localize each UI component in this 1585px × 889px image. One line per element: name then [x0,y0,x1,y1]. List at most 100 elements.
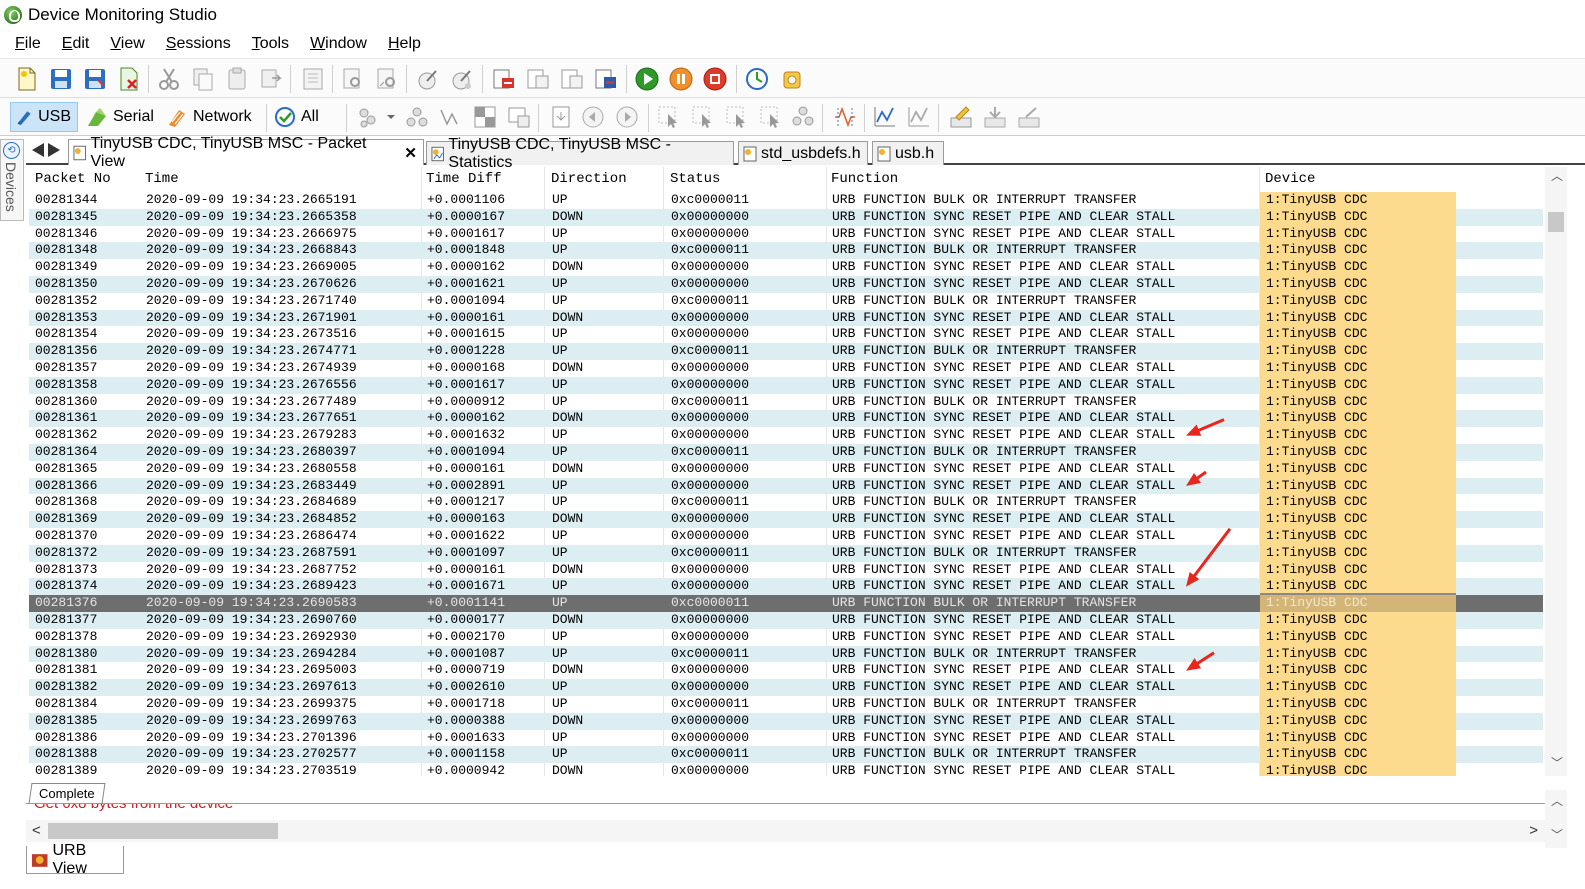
horizontal-scrollbar[interactable]: < > [26,820,1546,842]
tab-std-usbdefs[interactable]: std_usbdefs.h [738,141,868,165]
table-row[interactable]: 00281377 2020-09-09 19:34:23.2690760 +0.00… [29,611,1543,629]
table-row[interactable]: 00281376 2020-09-09 19:34:23.2690583 +0.00… [29,595,1543,612]
table-row[interactable]: 00281366 2020-09-09 19:34:23.2683449 +0.00… [29,477,1543,495]
table-row[interactable]: 00281389 2020-09-09 19:34:23.2703519 +0.00… [29,763,1543,776]
table-row[interactable]: 00281380 2020-09-09 19:34:23.2694284 +0.00… [29,645,1543,663]
horizontal-scroll-thumb[interactable] [48,823,278,839]
table-row[interactable]: 00281361 2020-09-09 19:34:23.2677651 +0.00… [29,410,1543,428]
table-row[interactable]: 00281381 2020-09-09 19:34:23.2695003 +0.00… [29,662,1543,680]
receive-icon[interactable] [982,104,1008,130]
print-preview-icon[interactable] [558,66,584,92]
table-row[interactable]: 00281348 2020-09-09 19:34:23.2668843 +0.00… [29,242,1543,260]
table-row[interactable]: 00281378 2020-09-09 19:34:23.2692930 +0.00… [29,628,1543,646]
cut-icon[interactable] [156,66,182,92]
table-row[interactable]: 00281356 2020-09-09 19:34:23.2674771 +0.00… [29,343,1543,360]
table-row[interactable]: 00281358 2020-09-09 19:34:23.2676556 +0.00… [29,376,1543,394]
menu-item-file[interactable]: File [12,33,44,55]
menu-item-window[interactable]: Window [307,33,370,55]
scroll-up-icon[interactable]: ︿ [1551,170,1563,182]
statistics-icon[interactable] [906,104,932,130]
structure-icon[interactable] [356,104,382,130]
usb-button[interactable]: USB [10,102,78,132]
network-button[interactable]: Network [162,102,258,132]
table-row[interactable]: 00281354 2020-09-09 19:34:23.2673516 +0.00… [29,326,1543,344]
scroll-right-icon[interactable]: > [1529,822,1538,839]
find-next-icon[interactable] [374,66,400,92]
page-setup-icon[interactable] [524,66,550,92]
menu-item-help[interactable]: Help [385,33,424,55]
table-row[interactable]: 00281388 2020-09-09 19:34:23.2702577 +0.00… [29,746,1543,764]
filter-icon[interactable] [300,66,326,92]
column-header-time-diff[interactable]: Time Diff [426,171,502,187]
group-icon[interactable] [790,104,816,130]
scroll-left-icon[interactable]: < [32,822,41,839]
column-header-device[interactable]: Device [1265,171,1315,187]
column-header-packet-no[interactable]: Packet No [35,171,111,187]
protocol-icon[interactable] [832,104,858,130]
table-row[interactable]: 00281360 2020-09-09 19:34:23.2677489 +0.00… [29,393,1543,411]
chevron-down-icon[interactable] [386,104,396,130]
save-as-icon[interactable] [82,66,108,92]
tab-scroll-left-icon[interactable] [32,143,44,157]
serial-button[interactable]: Serial [82,102,160,132]
table-row[interactable]: 00281344 2020-09-09 19:34:23.2665191 +0.00… [29,192,1543,209]
copy-icon[interactable] [190,66,216,92]
send-icon[interactable] [948,104,974,130]
select-all-icon[interactable] [724,104,750,130]
menu-item-tools[interactable]: Tools [249,33,292,55]
scroll-thumb[interactable] [1548,212,1564,232]
column-header-direction[interactable]: Direction [551,171,627,187]
upload-icon[interactable] [1016,104,1042,130]
complete-tab[interactable]: Complete [28,783,106,804]
graph-icon[interactable] [438,104,464,130]
bottom-vertical-scrollbar[interactable]: ︿ ﹀ [1545,790,1567,848]
packet-grid[interactable]: Packet No Time Time Diff Direction Statu… [29,167,1543,776]
table-row[interactable]: 00281382 2020-09-09 19:34:23.2697613 +0.00… [29,679,1543,696]
next-icon[interactable] [614,104,640,130]
tab-packet-view[interactable]: TinyUSB CDC, TinyUSB MSC - Packet View ✕ [68,135,424,170]
tab-statistics[interactable]: TinyUSB CDC, TinyUSB MSC - Statistics [426,136,734,171]
table-row[interactable]: 00281370 2020-09-09 19:34:23.2686474 +0.00… [29,527,1543,545]
menu-item-view[interactable]: View [107,33,147,55]
table-row[interactable]: 00281373 2020-09-09 19:34:23.2687752 +0.00… [29,561,1543,579]
scroll-up-icon[interactable]: ︿ [1551,792,1563,809]
save-icon[interactable] [48,66,74,92]
previous-icon[interactable] [580,104,606,130]
find-icon[interactable] [340,66,366,92]
options-icon[interactable] [778,66,804,92]
table-row[interactable]: 00281365 2020-09-09 19:34:23.2680558 +0.00… [29,460,1543,478]
settings-icon[interactable] [448,66,474,92]
column-header-function[interactable]: Function [831,171,898,187]
table-row[interactable]: 00281350 2020-09-09 19:34:23.2670626 +0.00… [29,275,1543,293]
table-row[interactable]: 00281369 2020-09-09 19:34:23.2684852 +0.00… [29,511,1543,528]
select-range-icon[interactable] [690,104,716,130]
table-row[interactable]: 00281372 2020-09-09 19:34:23.2687591 +0.00… [29,544,1543,562]
column-header-time[interactable]: Time [145,171,179,187]
close-icon[interactable]: ✕ [404,144,417,162]
chart-icon[interactable] [872,104,898,130]
menu-item-edit[interactable]: Edit [59,33,93,55]
close-file-icon[interactable] [116,66,142,92]
window-icon[interactable] [506,104,532,130]
table-row[interactable]: 00281364 2020-09-09 19:34:23.2680397 +0.00… [29,443,1543,461]
table-row[interactable]: 00281357 2020-09-09 19:34:23.2674939 +0.00… [29,359,1543,377]
devices-side-pane[interactable]: ⟲ Devices [0,139,24,221]
urb-view-tab[interactable]: URB View [26,842,124,877]
table-row[interactable]: 00281386 2020-09-09 19:34:23.2701396 +0.00… [29,729,1543,747]
paste-icon[interactable] [224,66,250,92]
tree-icon[interactable] [404,104,430,130]
properties-icon[interactable] [414,66,440,92]
tab-usb-h[interactable]: usb.h [872,141,944,165]
scroll-down-icon[interactable]: ﹀ [1551,826,1563,843]
table-row[interactable]: 00281345 2020-09-09 19:34:23.2665358 +0.00… [29,208,1543,226]
scroll-down-icon[interactable]: ﹀ [1551,757,1563,769]
export-icon[interactable] [490,66,516,92]
table-row[interactable]: 00281362 2020-09-09 19:34:23.2679283 +0.00… [29,427,1543,444]
table-row[interactable]: 00281352 2020-09-09 19:34:23.2671740 +0.00… [29,292,1543,310]
grid-view-icon[interactable] [472,104,498,130]
all-button[interactable]: All [270,102,325,132]
pin-icon[interactable]: ⟲ [3,142,20,159]
vertical-scrollbar[interactable]: ︿ ﹀ [1545,167,1567,776]
print-icon[interactable] [592,66,618,92]
table-row[interactable]: 00281385 2020-09-09 19:34:23.2699763 +0.00… [29,712,1543,730]
